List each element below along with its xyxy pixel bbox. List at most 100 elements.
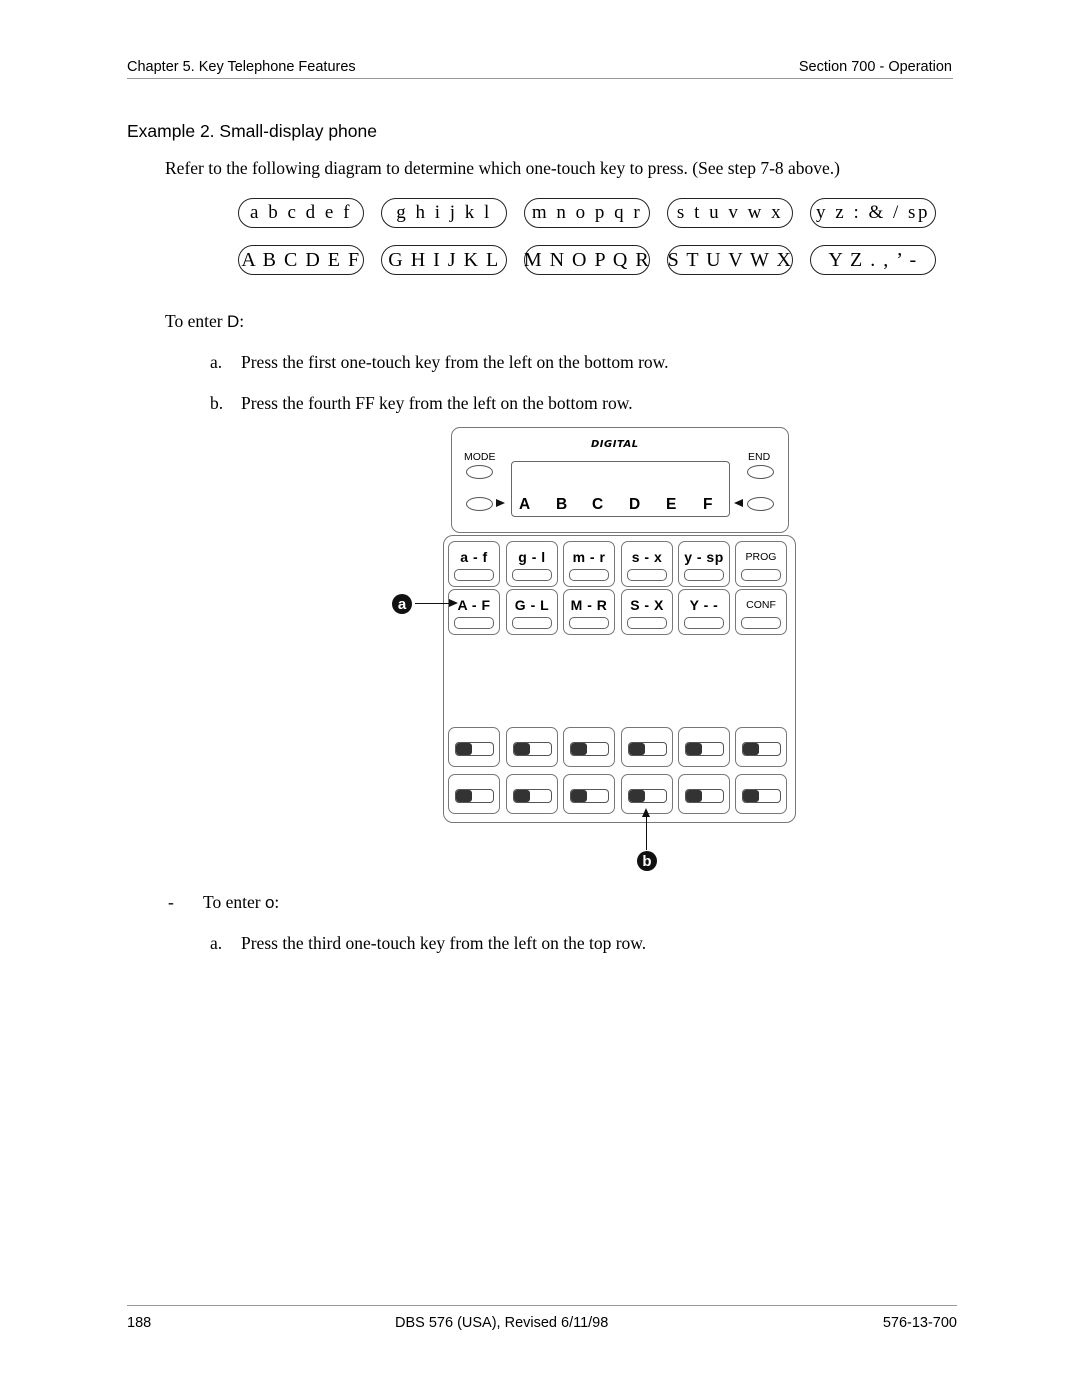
instruction-char: o — [264, 893, 275, 912]
one-touch-key-s-x[interactable]: s - x — [621, 541, 673, 587]
ff-key-led — [456, 743, 472, 755]
mode-button[interactable] — [466, 465, 493, 479]
key-pill-ghijkl: g h i j k l — [381, 198, 507, 228]
step-label: a. — [210, 352, 223, 372]
prog-key[interactable]: PROG — [735, 541, 787, 587]
key-pill-mnopqr: m n o p q r — [524, 198, 650, 228]
example-heading: Example 2. Small-display phone — [127, 121, 377, 141]
callout-a-arrow-icon — [449, 599, 458, 607]
step-text: Press the third one-touch key from the l… — [241, 933, 647, 953]
ff-key[interactable] — [563, 727, 615, 767]
ff-key[interactable] — [621, 727, 673, 767]
ff-key[interactable] — [506, 727, 558, 767]
ff-key-led — [514, 743, 530, 755]
key-label: PROG — [745, 551, 777, 563]
ff-key[interactable] — [678, 774, 730, 814]
key-button — [569, 569, 609, 581]
brand-logo: DIGITAL — [591, 439, 639, 450]
one-touch-key-G-L[interactable]: G - L — [506, 589, 558, 635]
instruction-enter-d: To enter D: — [165, 311, 244, 332]
key-pill-yz-sp: y z : & / sp — [810, 198, 936, 228]
ff-key-bar — [685, 789, 724, 803]
key-pill-YZ-punct: Y Z . , ’ - — [810, 245, 936, 275]
ff-key-bar — [513, 789, 552, 803]
ff-key[interactable] — [448, 774, 500, 814]
step-text: Press the fourth FF key from the left on… — [241, 393, 633, 413]
ff-key[interactable] — [563, 774, 615, 814]
key-button — [627, 617, 667, 629]
arrow-left-icon — [734, 499, 743, 507]
one-touch-key-A-F[interactable]: A - F — [448, 589, 500, 635]
instruction-suffix: : — [239, 311, 245, 331]
key-label: Y - - — [689, 597, 719, 613]
one-touch-key-m-r[interactable]: m - r — [563, 541, 615, 587]
intro-paragraph: Refer to the following diagram to determ… — [165, 158, 841, 178]
page-number: 188 — [127, 1315, 152, 1331]
ff-key-bar — [570, 789, 609, 803]
list-dash: - — [168, 892, 174, 912]
one-touch-key-S-X[interactable]: S - X — [621, 589, 673, 635]
one-touch-key-a-f[interactable]: a - f — [448, 541, 500, 587]
footer-revision: DBS 576 (USA), Revised 6/11/98 — [395, 1315, 609, 1331]
key-button — [684, 617, 724, 629]
lcd-screen — [511, 461, 730, 517]
ff-key-led — [629, 790, 645, 802]
key-label: a - f — [460, 549, 488, 565]
instruction-char: D — [226, 312, 240, 331]
ff-key-led — [514, 790, 530, 802]
ff-key-bar — [742, 742, 781, 756]
ff-key-led — [629, 743, 645, 755]
ff-key-led — [743, 743, 759, 755]
key-label: S - X — [630, 597, 664, 613]
callout-a-line — [415, 603, 451, 604]
footer-rule — [127, 1305, 957, 1306]
footer-doc-number: 576-13-700 — [882, 1315, 957, 1331]
running-header-section: Section 700 - Operation — [798, 59, 952, 75]
ff-key[interactable] — [506, 774, 558, 814]
ff-key-bar — [455, 789, 494, 803]
one-touch-key-g-l[interactable]: g - l — [506, 541, 558, 587]
key-label: G - L — [514, 597, 550, 613]
one-touch-key-M-R[interactable]: M - R — [563, 589, 615, 635]
ff-key[interactable] — [448, 727, 500, 767]
instruction-prefix: To enter — [165, 311, 227, 331]
ff-key-bar — [685, 742, 724, 756]
ff-key-bar — [455, 742, 494, 756]
ff-key-led — [456, 790, 472, 802]
mode-label: MODE — [464, 451, 496, 463]
key-button — [627, 569, 667, 581]
running-header-chapter: Chapter 5. Key Telephone Features — [127, 59, 356, 75]
key-button — [454, 617, 494, 629]
key-pill-GHIJKL: G H I J K L — [381, 245, 507, 275]
ff-key[interactable] — [735, 774, 787, 814]
one-touch-key-y-sp[interactable]: y - sp — [678, 541, 730, 587]
instruction-enter-o: To enter o: — [203, 892, 279, 913]
lcd-char: B — [556, 496, 568, 513]
end-button[interactable] — [747, 465, 774, 479]
ff-key-bar — [513, 742, 552, 756]
arrow-right-icon — [496, 499, 505, 507]
header-rule — [127, 78, 953, 79]
lcd-char: D — [629, 496, 641, 513]
step-label: a. — [210, 933, 223, 953]
left-soft-button[interactable] — [466, 497, 493, 511]
key-label: CONF — [746, 599, 776, 611]
right-soft-button[interactable] — [747, 497, 774, 511]
key-label: g - l — [518, 549, 546, 565]
one-touch-key-Y[interactable]: Y - - — [678, 589, 730, 635]
step-text: Press the first one-touch key from the l… — [241, 352, 669, 372]
ff-key-led — [571, 743, 587, 755]
conf-key[interactable]: CONF — [735, 589, 787, 635]
lcd-char: C — [592, 496, 604, 513]
key-button — [512, 617, 552, 629]
ff-key-bar — [570, 742, 609, 756]
ff-key-bar — [628, 742, 667, 756]
step-label: b. — [210, 393, 224, 413]
key-label: M - R — [570, 597, 608, 613]
key-button — [684, 569, 724, 581]
ff-key[interactable] — [735, 727, 787, 767]
callout-a: a — [392, 594, 412, 614]
key-button — [512, 569, 552, 581]
ff-key[interactable] — [678, 727, 730, 767]
callout-b: b — [637, 851, 657, 871]
